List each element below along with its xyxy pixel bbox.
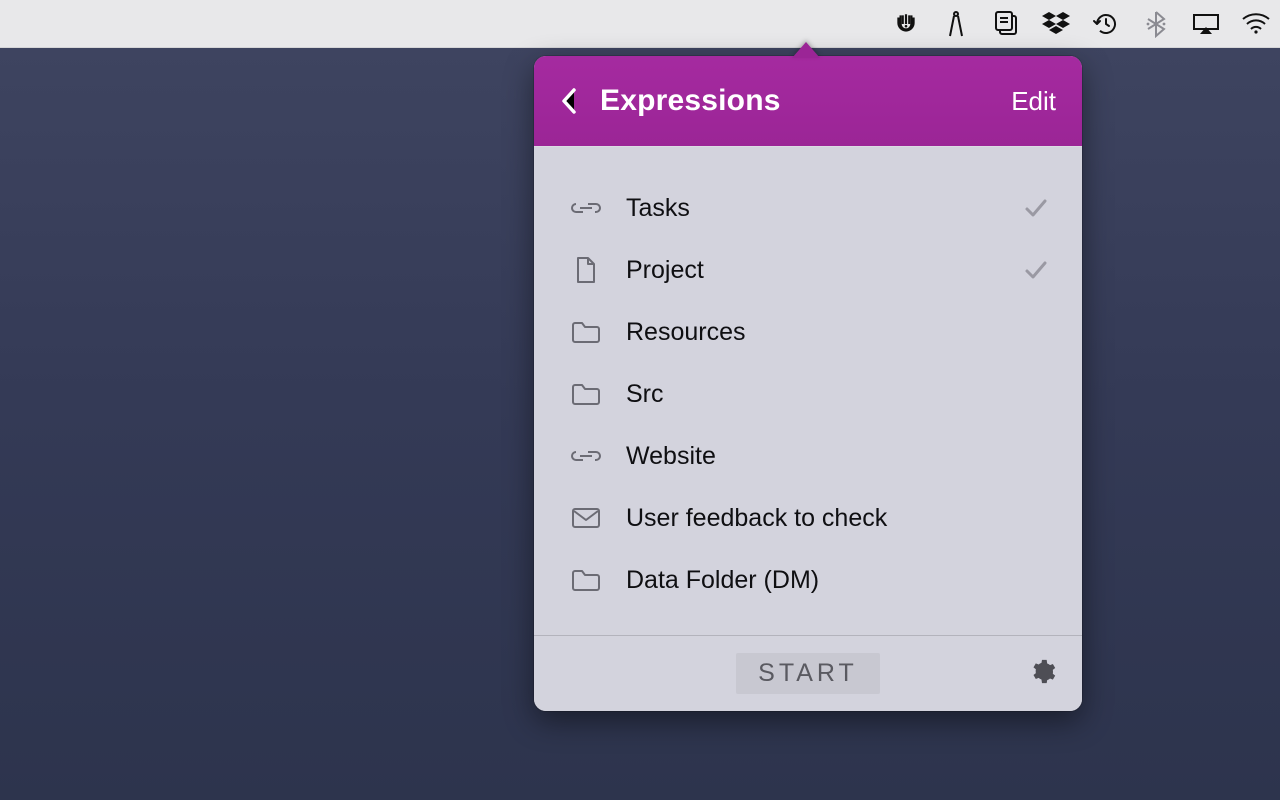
- item-label: Website: [626, 442, 1048, 471]
- folder-icon: [568, 566, 604, 594]
- folder-icon: [568, 318, 604, 346]
- compass-icon[interactable]: [940, 8, 972, 40]
- mail-icon: [568, 504, 604, 532]
- dropbox-icon[interactable]: [1040, 8, 1072, 40]
- list-item[interactable]: User feedback to check: [534, 487, 1082, 549]
- gear-icon: [1028, 657, 1056, 685]
- panel-footer: START: [534, 635, 1082, 711]
- start-button[interactable]: START: [736, 653, 880, 694]
- panel-header: Expressions Edit: [534, 56, 1082, 146]
- popover-arrow: [792, 42, 820, 58]
- item-list: Tasks Project: [534, 146, 1082, 635]
- item-label: Tasks: [626, 194, 1024, 223]
- chevron-left-icon: [560, 86, 578, 116]
- list-item[interactable]: Website: [534, 425, 1082, 487]
- list-item[interactable]: Src: [534, 363, 1082, 425]
- list-item[interactable]: Tasks: [534, 177, 1082, 239]
- item-label: User feedback to check: [626, 504, 1048, 533]
- list-item[interactable]: Data Folder (DM): [534, 549, 1082, 611]
- clipboard-icon[interactable]: [990, 8, 1022, 40]
- item-label: Resources: [626, 318, 1048, 347]
- checkmark-icon: [1024, 198, 1048, 218]
- back-button[interactable]: Expressions: [560, 84, 781, 118]
- bluetooth-icon[interactable]: [1140, 8, 1172, 40]
- hamsa-icon[interactable]: [890, 8, 922, 40]
- edit-button[interactable]: Edit: [1011, 86, 1056, 117]
- timemachine-icon[interactable]: [1090, 8, 1122, 40]
- airplay-icon[interactable]: [1190, 8, 1222, 40]
- panel: Expressions Edit Tasks: [534, 56, 1082, 711]
- item-label: Src: [626, 380, 1048, 409]
- settings-button[interactable]: [1028, 657, 1056, 690]
- checkmark-icon: [1024, 260, 1048, 280]
- link-icon: [568, 442, 604, 470]
- panel-title: Expressions: [600, 84, 781, 118]
- app-popover: Expressions Edit Tasks: [534, 56, 1082, 711]
- link-icon: [568, 194, 604, 222]
- macos-menubar: [0, 0, 1280, 48]
- item-label: Data Folder (DM): [626, 566, 1048, 595]
- list-item[interactable]: Resources: [534, 301, 1082, 363]
- item-label: Project: [626, 256, 1024, 285]
- wifi-icon[interactable]: [1240, 8, 1272, 40]
- file-icon: [568, 256, 604, 284]
- folder-icon: [568, 380, 604, 408]
- list-item[interactable]: Project: [534, 239, 1082, 301]
